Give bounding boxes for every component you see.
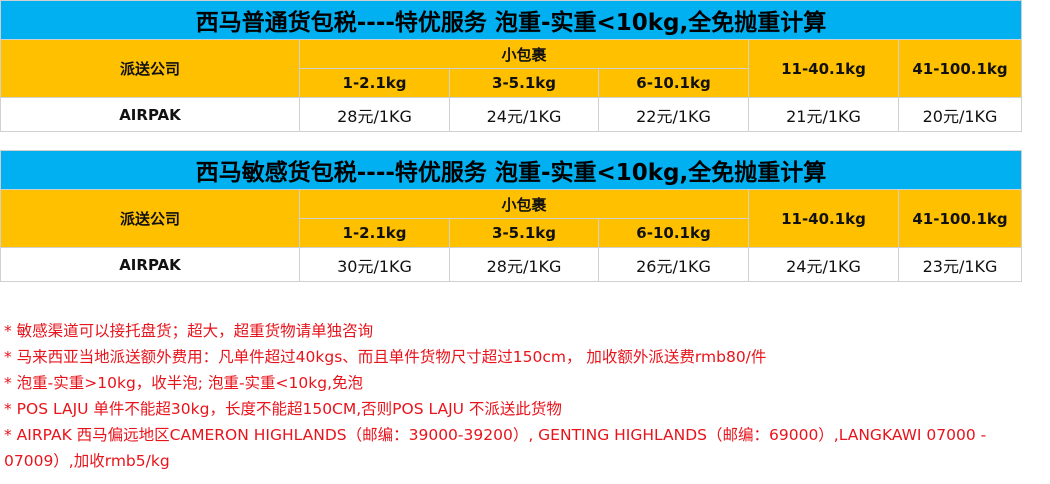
table-row: AIRPAK 30元/1KG 28元/1KG 26元/1KG 24元/1KG 2… xyxy=(0,247,1023,282)
company-header: 派送公司 xyxy=(0,39,300,98)
range-header: 6-10.1kg xyxy=(598,218,749,248)
company-header: 派送公司 xyxy=(0,189,300,248)
range-header: 41-100.1kg xyxy=(897,189,1023,248)
note-line: * 马来西亚当地派送额外费用：凡单件超过40kgs、而且单件货物尺寸超过150c… xyxy=(4,348,767,366)
range-header: 41-100.1kg xyxy=(897,39,1023,98)
price-cell: 23元/1KG xyxy=(897,247,1023,282)
price-cell: 20元/1KG xyxy=(897,97,1023,132)
price-table-regular: 西马普通货包税----特优服务 泡重-实重<10kg,全免抛重计算 派送公司 小… xyxy=(0,0,1023,132)
table-title: 西马普通货包税----特优服务 泡重-实重<10kg,全免抛重计算 xyxy=(0,0,1023,40)
range-header: 3-5.1kg xyxy=(449,218,599,248)
price-cell: 28元/1KG xyxy=(299,97,450,132)
small-parcel-header: 小包裹 xyxy=(299,39,749,69)
company-name: AIRPAK xyxy=(0,97,300,132)
note-line: * POS LAJU 单件不能超30kg，长度不能超150CM,否则POS LA… xyxy=(4,400,562,418)
range-header: 11-40.1kg xyxy=(748,189,899,248)
price-cell: 21元/1KG xyxy=(748,97,899,132)
price-cell: 24元/1KG xyxy=(748,247,899,282)
range-header: 3-5.1kg xyxy=(449,68,599,98)
note-line: * AIRPAK 西马偏远地区CAMERON HIGHLANDS（邮编：3900… xyxy=(4,426,987,470)
price-cell: 24元/1KG xyxy=(449,97,599,132)
table-title: 西马敏感货包税----特优服务 泡重-实重<10kg,全免抛重计算 xyxy=(0,150,1023,190)
price-cell: 30元/1KG xyxy=(299,247,450,282)
notes-section: * 敏感渠道可以接托盘货；超大，超重货物请单独咨询 * 马来西亚当地派送额外费用… xyxy=(4,318,1044,474)
table-row: AIRPAK 28元/1KG 24元/1KG 22元/1KG 21元/1KG 2… xyxy=(0,97,1023,132)
price-cell: 22元/1KG xyxy=(598,97,749,132)
price-table-sensitive: 西马敏感货包税----特优服务 泡重-实重<10kg,全免抛重计算 派送公司 小… xyxy=(0,150,1023,282)
range-header: 11-40.1kg xyxy=(748,39,899,98)
range-header: 6-10.1kg xyxy=(598,68,749,98)
note-line: * 敏感渠道可以接托盘货；超大，超重货物请单独咨询 xyxy=(4,322,374,340)
range-header: 1-2.1kg xyxy=(299,218,450,248)
range-header: 1-2.1kg xyxy=(299,68,450,98)
price-cell: 28元/1KG xyxy=(449,247,599,282)
small-parcel-header: 小包裹 xyxy=(299,189,749,219)
note-line: * 泡重-实重>10kg，收半泡; 泡重-实重<10kg,免泡 xyxy=(4,374,363,392)
price-cell: 26元/1KG xyxy=(598,247,749,282)
company-name: AIRPAK xyxy=(0,247,300,282)
